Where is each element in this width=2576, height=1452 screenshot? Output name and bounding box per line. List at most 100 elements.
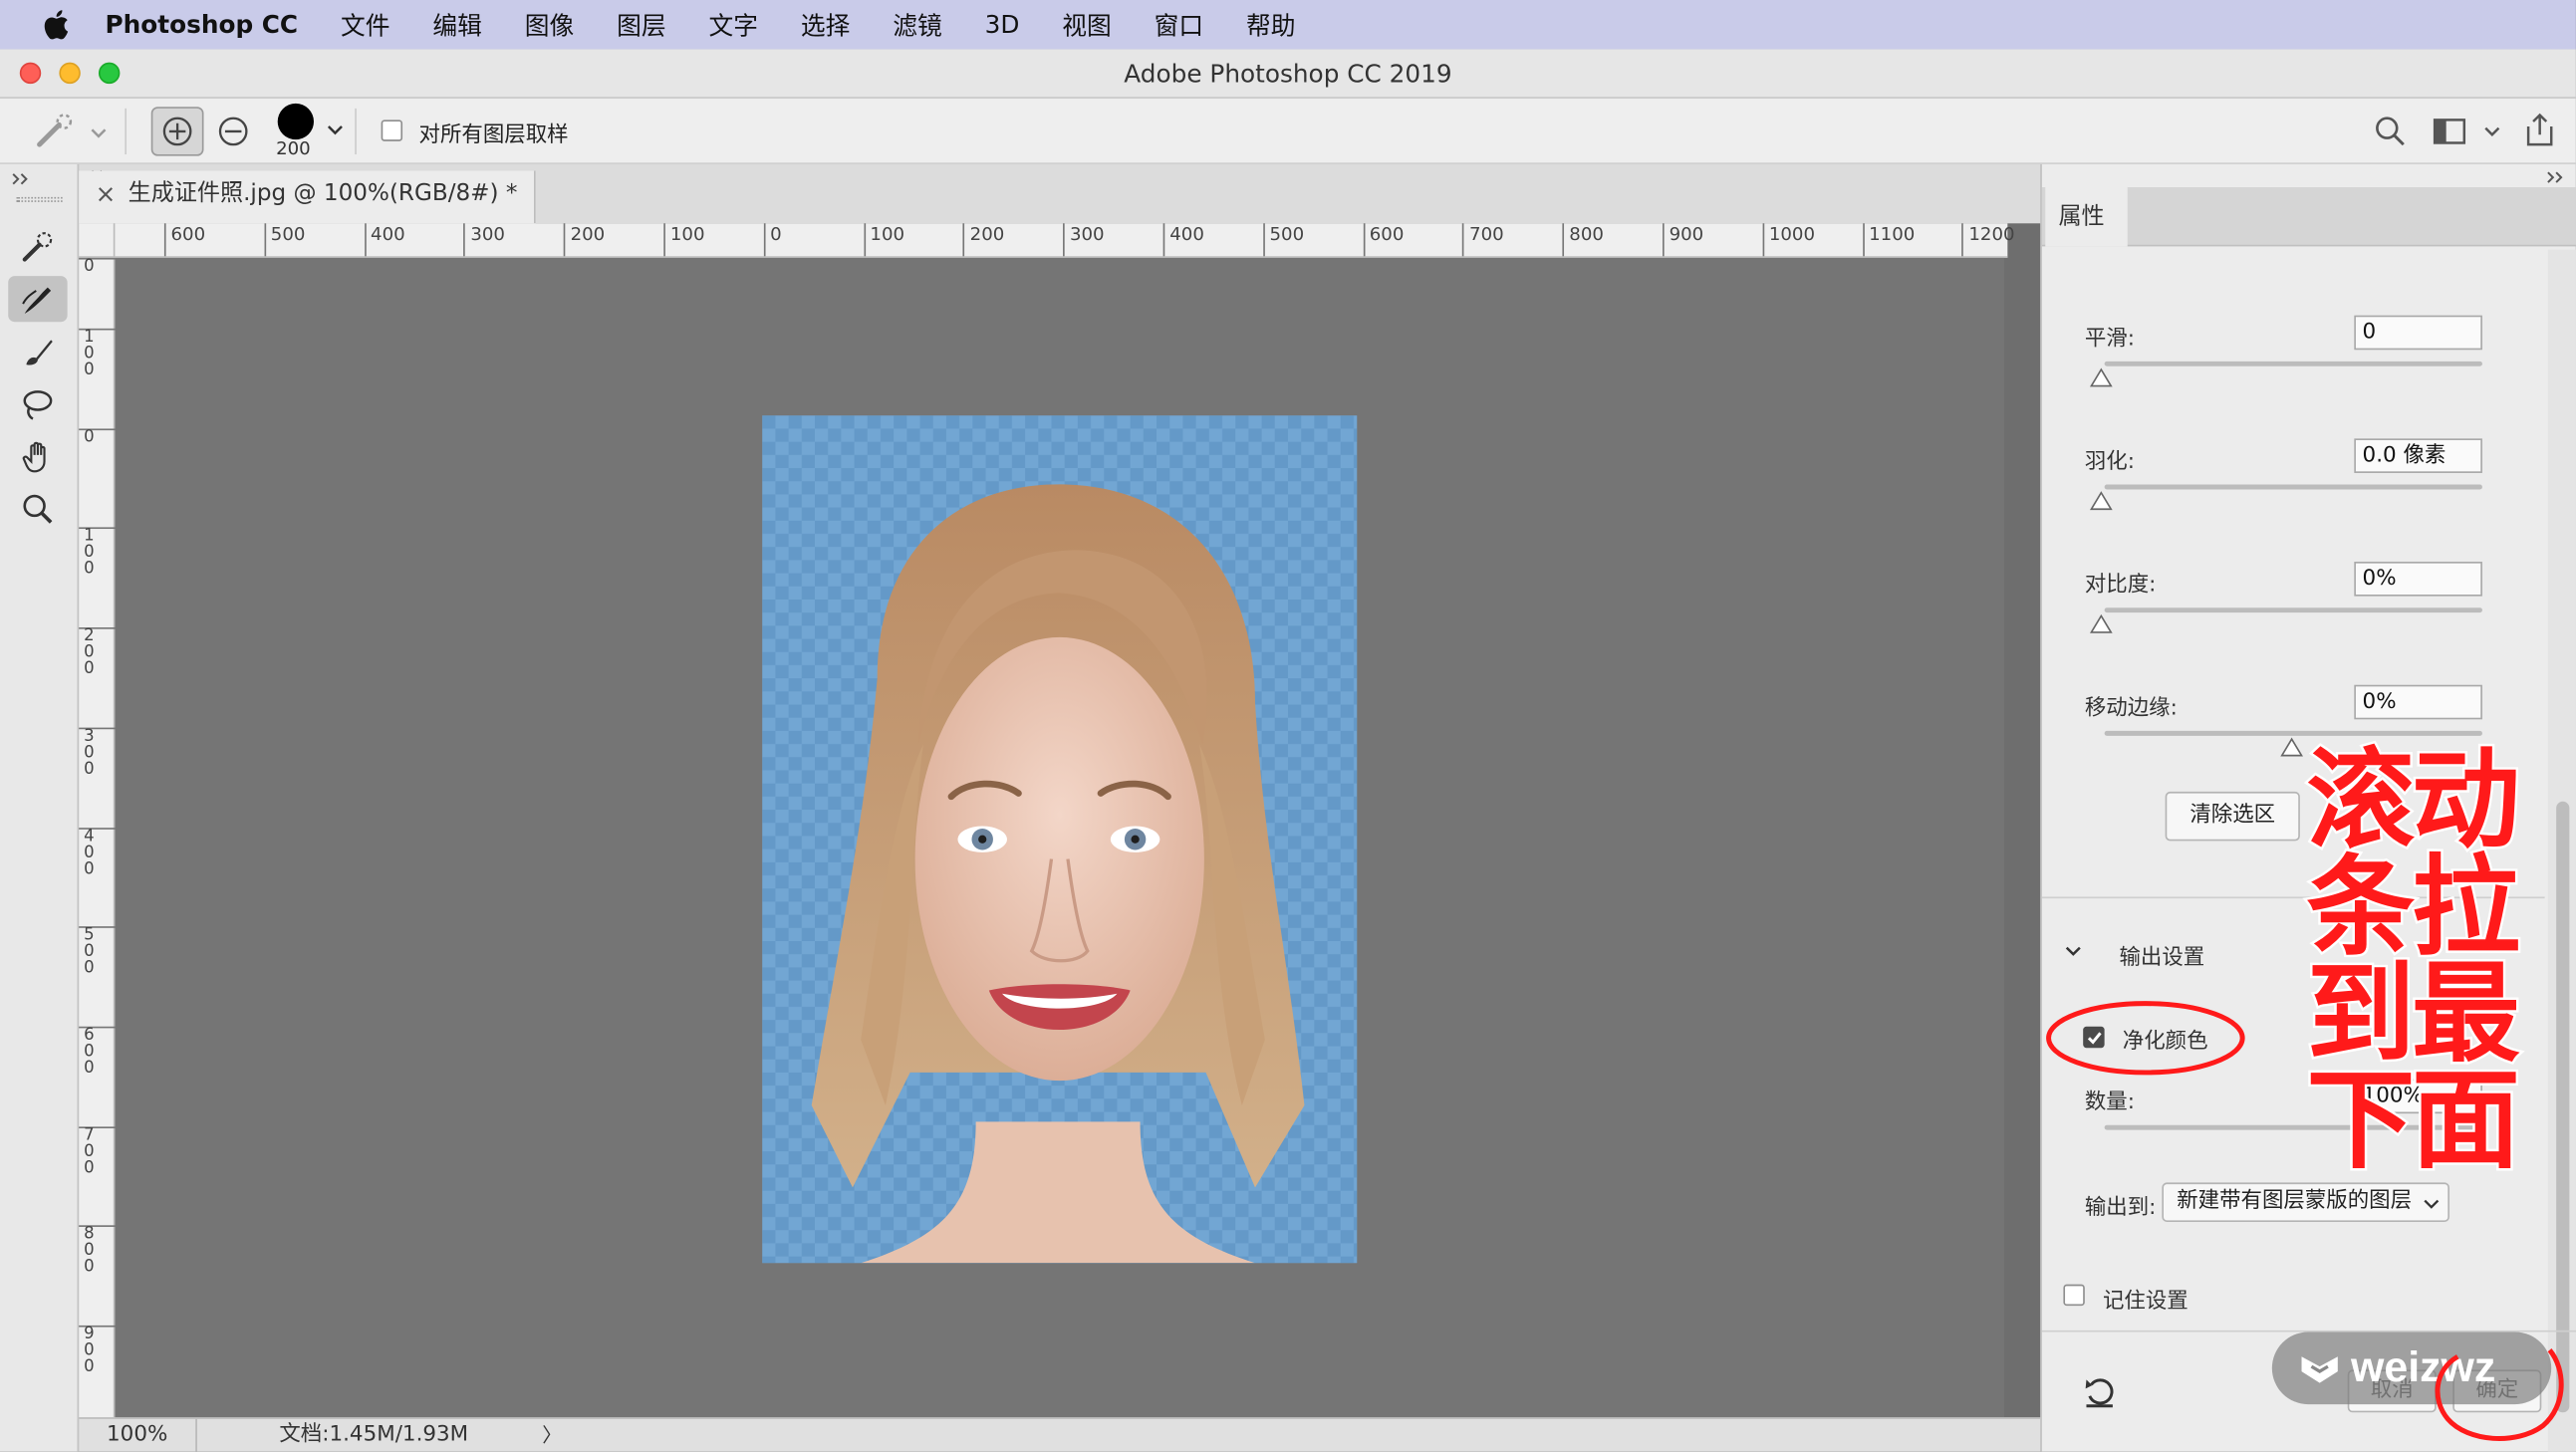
smooth-slider-thumb[interactable] [2089, 367, 2113, 387]
remember-settings-checkbox[interactable] [2063, 1284, 2085, 1307]
share-icon[interactable] [2522, 110, 2558, 149]
contrast-input[interactable]: 0% [2354, 562, 2482, 597]
apple-logo-icon[interactable] [40, 7, 76, 43]
output-settings-header[interactable]: 输出设置 [2119, 939, 2204, 971]
hand-tool-button[interactable] [8, 433, 67, 479]
annotation-line-1: 滚动 [2304, 737, 2522, 864]
annotation-line-2: 条拉 [2304, 844, 2522, 971]
contrast-label: 对比度: [2084, 573, 2157, 599]
reset-icon[interactable] [2082, 1374, 2118, 1410]
brush-tool-button[interactable] [8, 329, 67, 374]
collapse-right-panel-icon[interactable] [2545, 169, 2568, 185]
panel-tabs: 属性 [2041, 187, 2576, 247]
horizontal-ruler-tick: 700 [1462, 223, 1504, 257]
lasso-tool-button[interactable] [8, 381, 67, 427]
zoom-tool-button[interactable] [8, 486, 67, 532]
vertical-ruler[interactable]: 0 1 0 0 0 1 0 0 2 0 0 3 0 0 4 0 0 5 0 0 6 0 0 7 0… [79, 257, 116, 1418]
highlight-circle-decontaminate [2046, 1001, 2245, 1076]
document-info[interactable]: 文档:1.45M/1.93M [279, 1419, 468, 1452]
contrast-slider-thumb[interactable] [2089, 613, 2113, 634]
plus-circle-icon [162, 117, 192, 146]
smooth-input[interactable]: 0 [2354, 315, 2482, 351]
shift-edge-slider-track[interactable] [2104, 730, 2482, 736]
document-tab-title: 生成证件照.jpg @ 100%(RGB/8#) * [128, 180, 518, 207]
menu-3d[interactable]: 3D [985, 10, 1020, 40]
zoom-icon [23, 494, 53, 524]
menu-app-name[interactable]: Photoshop CC [106, 10, 299, 40]
output-settings-chevron-down-icon[interactable] [2063, 943, 2083, 959]
feather-input[interactable]: 0.0 像素 [2354, 438, 2482, 473]
vertical-ruler-tick: 1 0 0 [79, 528, 116, 579]
panel-scrollbar-track[interactable] [2547, 249, 2576, 1452]
horizontal-ruler-tick: 1100 [1862, 223, 1915, 257]
horizontal-ruler[interactable]: 600 500 400 300 200 100 0 100 200 300 400 500 600 700… [115, 223, 2015, 258]
workspace-chevron-down-icon[interactable] [2482, 123, 2502, 139]
close-document-icon[interactable]: × [96, 171, 117, 217]
highlight-circle-ok [2435, 1348, 2564, 1441]
brush-chevron-down-icon[interactable] [326, 121, 346, 137]
close-window-button[interactable] [19, 62, 42, 85]
shift-edge-slider-thumb[interactable] [2280, 737, 2303, 757]
zoom-window-button[interactable] [98, 62, 121, 85]
horizontal-ruler-tick: 400 [1162, 223, 1204, 257]
options-bar: 200 对所有图层取样 [0, 98, 2576, 164]
quick-selection-preset-icon[interactable] [33, 112, 82, 151]
status-arrow-icon[interactable]: 〉 [542, 1419, 562, 1452]
contrast-slider-track[interactable] [2104, 607, 2482, 613]
collapse-toolbox-icon[interactable] [10, 171, 33, 187]
minimize-window-button[interactable] [59, 62, 81, 85]
document-tab-strip: × 生成证件照.jpg @ 100%(RGB/8#) * [79, 163, 2041, 224]
workspace-icon[interactable] [2432, 115, 2467, 147]
quick-selection-tool-button[interactable] [8, 223, 67, 269]
refine-edge-brush-tool-button[interactable] [8, 276, 68, 323]
toolbox-grip[interactable] [16, 196, 63, 202]
add-to-selection-button[interactable] [150, 107, 204, 156]
vertical-ruler-tick: 4 0 0 [79, 827, 116, 877]
output-to-label: 输出到: [2084, 1195, 2157, 1221]
sample-all-layers-checkbox[interactable] [381, 120, 403, 141]
menu-filter[interactable]: 滤镜 [893, 7, 942, 42]
vertical-ruler-tick: 7 0 0 [79, 1125, 116, 1177]
portrait-photo[interactable] [762, 415, 1358, 1264]
hand-icon [22, 441, 46, 473]
horizontal-ruler-tick: 1000 [1762, 223, 1815, 257]
menu-image[interactable]: 图像 [525, 7, 575, 42]
menu-view[interactable]: 视图 [1062, 7, 1112, 42]
menu-type[interactable]: 文字 [708, 7, 758, 42]
remember-settings-label: 记住设置 [2102, 1289, 2189, 1315]
mac-menubar: Photoshop CC 文件 编辑 图像 图层 文字 选择 滤镜 3D 视图 … [0, 0, 2576, 50]
document-tab[interactable]: × 生成证件照.jpg @ 100%(RGB/8#) * [79, 170, 536, 224]
smooth-slider-track[interactable] [2104, 361, 2482, 366]
feather-slider-track[interactable] [2104, 484, 2482, 490]
shift-edge-input[interactable]: 0% [2354, 684, 2482, 720]
menu-help[interactable]: 帮助 [1246, 7, 1296, 42]
vertical-ruler-tick: 3 0 0 [79, 727, 116, 778]
menu-window[interactable]: 窗口 [1155, 7, 1204, 42]
smooth-label: 平滑: [2084, 327, 2135, 352]
clear-selection-button[interactable]: 清除选区 [2165, 791, 2300, 842]
panel-scrollbar-thumb[interactable] [2556, 801, 2570, 1413]
menu-select[interactable]: 选择 [801, 7, 851, 42]
output-to-select[interactable]: 新建带有图层蒙版的图层 [2162, 1182, 2449, 1223]
tab-properties[interactable]: 属性 [2045, 187, 2128, 247]
horizontal-ruler-tick: 500 [264, 223, 305, 257]
brush-preview-icon[interactable] [277, 103, 314, 140]
horizontal-ruler-tick: 1200 [1961, 223, 2015, 257]
refine-edge-brush-icon [22, 287, 52, 314]
preset-chevron-down-icon[interactable] [89, 124, 109, 140]
feather-slider-thumb[interactable] [2089, 491, 2113, 511]
menu-layer[interactable]: 图层 [617, 7, 666, 42]
horizontal-ruler-tick: 800 [1562, 223, 1604, 257]
menu-edit[interactable]: 编辑 [432, 7, 482, 42]
document-canvas[interactable] [115, 257, 2005, 1418]
zoom-level[interactable]: 100% [79, 1418, 197, 1452]
vertical-ruler-tick: 9 0 0 [79, 1325, 116, 1376]
vertical-ruler-tick: 2 0 0 [79, 627, 116, 678]
menu-file[interactable]: 文件 [341, 7, 390, 42]
ruler-corner[interactable] [79, 223, 116, 258]
toolbox [0, 163, 80, 1452]
minus-circle-icon [218, 117, 248, 146]
subtract-from-selection-button[interactable] [210, 107, 256, 155]
annotation-line-4: 下面 [2304, 1058, 2522, 1185]
search-icon[interactable] [2372, 114, 2408, 149]
